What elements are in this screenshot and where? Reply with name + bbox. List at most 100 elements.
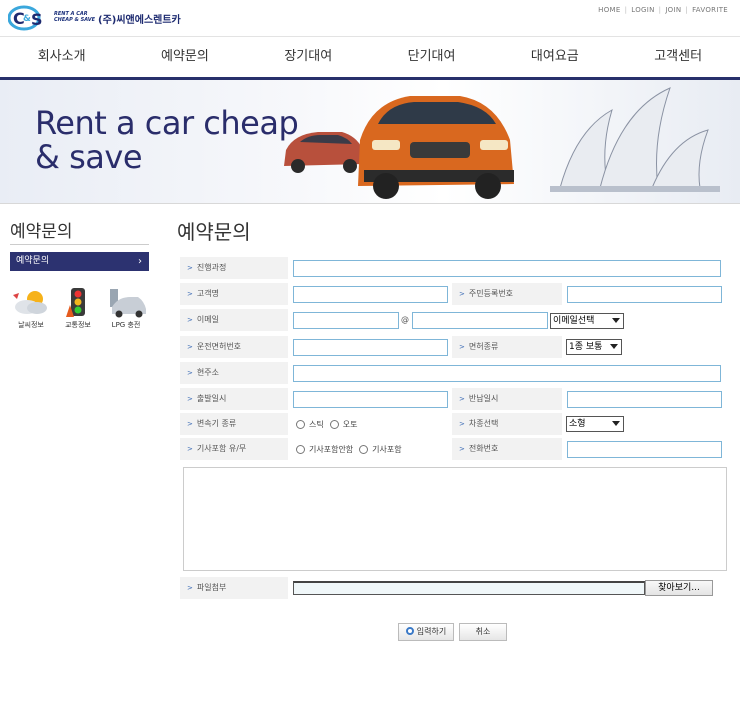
email-id-input[interactable] xyxy=(293,312,399,329)
email-domain-select[interactable]: 이메일선택 xyxy=(550,313,624,329)
arrow-icon: > xyxy=(187,420,193,428)
util-separator: | xyxy=(685,6,689,14)
nav-customer-center[interactable]: 고객센터 xyxy=(616,37,739,77)
red-car-icon xyxy=(284,132,364,173)
arrow-icon: > xyxy=(459,420,465,428)
license-type-select[interactable]: 1종 보통 xyxy=(566,339,622,355)
file-path-field[interactable] xyxy=(293,581,645,595)
radio-label: 오토 xyxy=(342,419,358,429)
label-driver: > 기사포함 유/무 xyxy=(180,438,288,460)
radio-label: 기사포함 xyxy=(372,444,402,454)
arrow-icon: > xyxy=(187,343,193,351)
nav-company-intro[interactable]: 회사소개 xyxy=(0,37,123,77)
progress-input[interactable] xyxy=(293,260,721,277)
email-domain-input[interactable] xyxy=(412,312,548,329)
radio-no-driver[interactable] xyxy=(296,444,305,454)
page-title: 예약문의 xyxy=(177,220,251,244)
nav-long-term[interactable]: 장기대여 xyxy=(247,37,370,77)
arrow-icon: > xyxy=(187,395,193,403)
label-license-no: > 운전면허번호 xyxy=(180,336,288,358)
customer-name-input[interactable] xyxy=(293,286,448,303)
chevron-down-icon xyxy=(610,344,618,349)
site-logo[interactable]: C & S RENT A CAR CHEAP & SAVE xyxy=(8,5,96,31)
return-datetime-input[interactable] xyxy=(567,391,722,408)
util-favorite-link[interactable]: FAVORITE xyxy=(692,6,728,14)
nav-rates[interactable]: 대여요금 xyxy=(493,37,616,77)
radio-stick[interactable] xyxy=(296,419,305,429)
quick-link-label: 날씨정보 xyxy=(18,321,44,329)
arrow-icon: > xyxy=(459,395,465,403)
arrow-icon: > xyxy=(459,290,465,298)
arrow-icon: > xyxy=(187,316,193,324)
label-address: > 현주소 xyxy=(180,362,288,384)
sidebar-item-label: 예약문의 xyxy=(16,256,50,266)
label-car-type: > 차종선택 xyxy=(452,413,562,435)
message-textarea[interactable] xyxy=(183,467,727,571)
radio-auto[interactable] xyxy=(329,419,339,429)
quick-link-weather[interactable]: 날씨정보 xyxy=(8,287,54,335)
chevron-down-icon xyxy=(612,318,620,323)
logo-mark-icon: C & S xyxy=(8,5,43,31)
svg-text:S: S xyxy=(31,10,43,29)
nav-reservation[interactable]: 예약문의 xyxy=(123,37,246,77)
radio-dot-icon xyxy=(405,627,414,635)
orange-suv-icon xyxy=(358,96,514,199)
label-progress: > 진행과정 xyxy=(180,257,288,279)
util-login-link[interactable]: LOGIN xyxy=(631,6,654,14)
util-home-link[interactable]: HOME xyxy=(598,6,620,14)
nav-short-term[interactable]: 단기대여 xyxy=(370,37,493,77)
label-license-type: > 면허종류 xyxy=(452,336,562,358)
lpg-car-icon xyxy=(110,289,146,318)
label-departure: > 출발일시 xyxy=(180,388,288,410)
hero-banner: Rent a car cheap & save xyxy=(0,80,740,204)
chevron-right-icon: › xyxy=(138,256,142,267)
label-return: > 반납일시 xyxy=(452,388,562,410)
radio-label: 기사포함안함 xyxy=(309,444,354,454)
quick-link-lpg[interactable]: LPG 충전 xyxy=(103,287,149,335)
label-phone: > 전화번호 xyxy=(452,438,562,460)
sidebar-item-reservation[interactable]: 예약문의 › xyxy=(10,252,149,271)
quick-link-label: LPG 충전 xyxy=(111,321,141,329)
arrow-icon: > xyxy=(187,584,193,592)
opera-house-icon xyxy=(550,87,720,192)
banner-headline: Rent a car cheap xyxy=(35,104,299,142)
sidebar-title: 예약문의 xyxy=(10,222,73,242)
utility-links: HOME | LOGIN | JOIN | FAVORITE xyxy=(598,6,728,14)
label-resident-no: > 주민등록번호 xyxy=(452,283,562,305)
car-type-select[interactable]: 소형 xyxy=(566,416,624,432)
label-transmission: > 변속기 종류 xyxy=(180,413,288,435)
arrow-icon: > xyxy=(187,369,193,377)
arrow-icon: > xyxy=(187,264,193,272)
company-name: (주)씨앤에스렌트카 xyxy=(98,15,181,26)
svg-text:&: & xyxy=(23,14,31,24)
chevron-down-icon xyxy=(612,421,620,426)
arrow-icon: > xyxy=(187,290,193,298)
transmission-options: 스틱 오토 xyxy=(296,417,363,431)
submit-button[interactable]: 입력하기 xyxy=(398,623,454,641)
arrow-icon: > xyxy=(459,343,465,351)
license-no-input[interactable] xyxy=(293,339,448,356)
label-customer: > 고객명 xyxy=(180,283,288,305)
radio-label: 스틱 xyxy=(309,419,324,429)
util-join-link[interactable]: JOIN xyxy=(665,6,681,14)
quick-link-traffic[interactable]: 교통정보 xyxy=(55,287,101,335)
arrow-icon: > xyxy=(459,445,465,453)
label-email: > 이메일 xyxy=(180,309,288,331)
quick-link-label: 교통정보 xyxy=(65,321,91,329)
address-input[interactable] xyxy=(293,365,721,382)
driver-options: 기사포함안함 기사포함 xyxy=(296,442,408,456)
banner-cars-image xyxy=(284,87,720,199)
resident-no-input[interactable] xyxy=(567,286,722,303)
banner-headline-2: & save xyxy=(35,138,143,176)
top-bar: C & S RENT A CAR CHEAP & SAVE (주)씨앤에스렌트카… xyxy=(0,0,740,36)
departure-datetime-input[interactable] xyxy=(293,391,448,408)
traffic-light-icon xyxy=(66,288,85,317)
radio-with-driver[interactable] xyxy=(359,444,369,454)
sidebar-divider xyxy=(10,244,149,245)
browse-button[interactable]: 찾아보기... xyxy=(645,580,713,596)
phone-input[interactable] xyxy=(567,441,722,458)
email-at-sign: @ xyxy=(401,315,409,324)
util-separator: | xyxy=(624,6,628,14)
cancel-button[interactable]: 취소 xyxy=(459,623,507,641)
weather-icon xyxy=(13,291,47,314)
